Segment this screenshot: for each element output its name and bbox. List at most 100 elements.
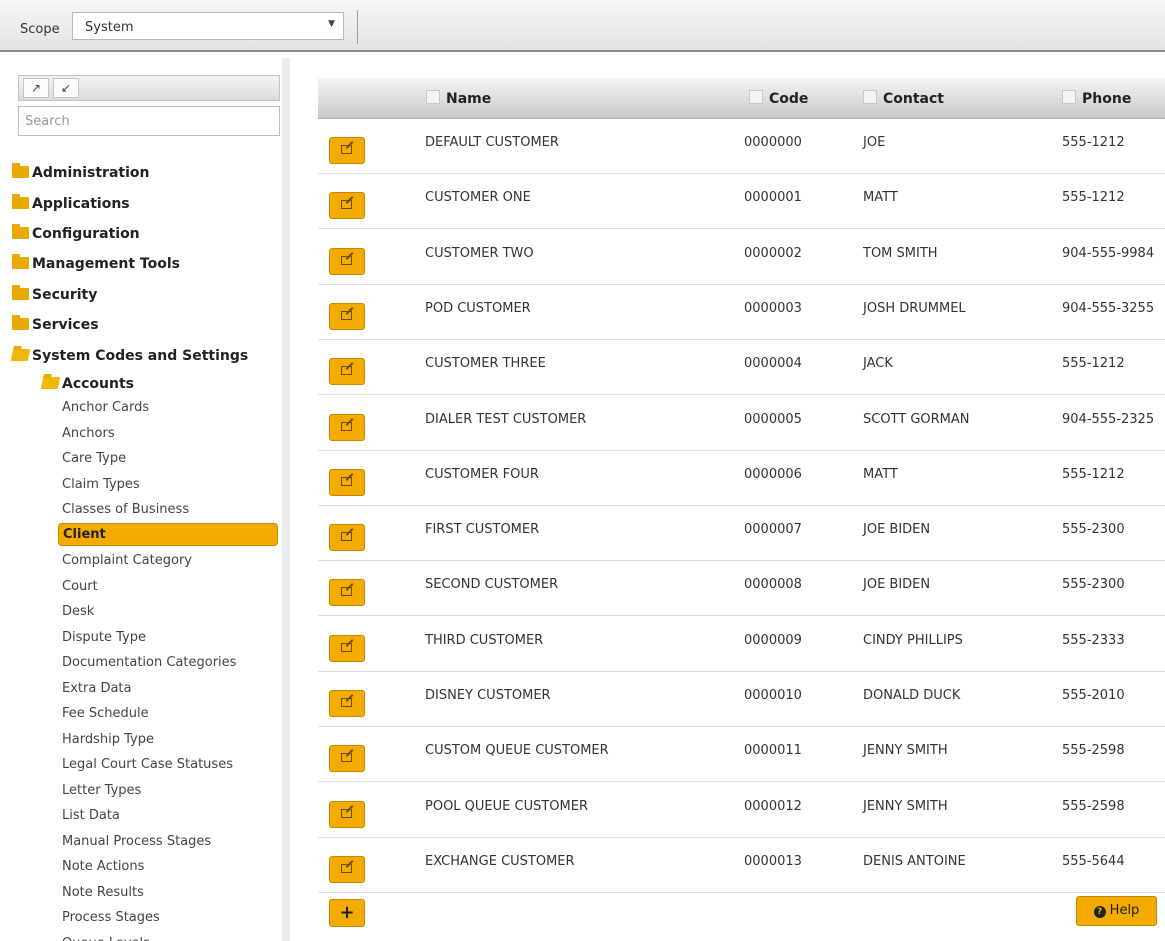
tree-item[interactable]: Fee Schedule — [62, 701, 149, 726]
table-row[interactable]: DEFAULT CUSTOMER 0000000 JOE 555-1212 — [318, 119, 1165, 174]
folder-icon — [12, 285, 29, 300]
cell-code: 0000011 — [744, 743, 802, 759]
cell-phone: 555-2333 — [1062, 632, 1125, 648]
cell-contact: DENIS ANTOINE — [863, 853, 966, 869]
cell-phone: 904-555-2325 — [1062, 411, 1155, 427]
tree-item[interactable]: Dispute Type — [62, 625, 146, 650]
cell-code: 0000001 — [744, 190, 802, 206]
edit-row-button[interactable] — [329, 634, 365, 662]
table-row[interactable]: FIRST CUSTOMER 0000007 JOE BIDEN 555-2300 — [318, 506, 1165, 562]
tree-item[interactable]: Note Actions — [62, 854, 144, 879]
tree-folder[interactable]: Applications — [12, 192, 130, 216]
cell-contact: JOE — [863, 135, 886, 150]
table-row[interactable]: POOL QUEUE CUSTOMER 0000012 JENNY SMITH 555… — [318, 783, 1165, 838]
table-row[interactable]: DIALER TEST CUSTOMER 0000005 SCOTT GORMAN 9… — [318, 396, 1165, 451]
scope-label: Scope — [20, 22, 60, 37]
tree-item[interactable]: Court — [62, 574, 98, 599]
tree-item[interactable]: Legal Court Case Statuses — [62, 752, 233, 777]
cell-name: FIRST CUSTOMER — [425, 522, 540, 538]
edit-icon — [341, 642, 352, 652]
table-row[interactable]: CUSTOMER TWO 0000002 TOM SMITH 904-555-9984 — [318, 230, 1165, 285]
tree-folder[interactable]: Configuration — [12, 222, 140, 246]
table-row[interactable]: SECOND CUSTOMER 0000008 JOE BIDEN 555-2300 — [318, 561, 1165, 617]
edit-row-button[interactable] — [329, 302, 365, 330]
cell-phone: 555-1212 — [1062, 135, 1125, 150]
tree-item[interactable]: Process Stages — [62, 905, 160, 930]
tree-item[interactable]: Hardship Type — [62, 727, 154, 752]
column-header-phone[interactable]: Phone — [1062, 90, 1131, 107]
table-row[interactable]: CUSTOMER ONE 0000001 MATT 555-1212 — [318, 174, 1165, 230]
add-client-button[interactable]: + — [329, 899, 365, 927]
cell-name: CUSTOMER TWO — [425, 245, 534, 261]
scope-select[interactable]: System ▼ — [72, 12, 344, 40]
edit-row-button[interactable] — [329, 192, 365, 220]
table-row[interactable]: THIRD CUSTOMER 0000009 CINDY PHILLIPS 555-2… — [318, 617, 1165, 672]
column-checkbox[interactable] — [749, 90, 763, 104]
table-row[interactable]: POD CUSTOMER 0000003 JOSH DRUMMEL 904-555-3… — [318, 285, 1165, 340]
cell-phone: 555-2300 — [1062, 577, 1125, 593]
tree-folder[interactable]: Security — [12, 283, 97, 307]
cell-code: 0000008 — [744, 577, 802, 593]
tree-folder[interactable]: Accounts — [40, 372, 134, 396]
table-row[interactable]: DISNEY CUSTOMER 0000010 DONALD DUCK 555-201… — [318, 672, 1165, 727]
column-header-code[interactable]: Code — [749, 90, 808, 107]
cell-contact: JOSH DRUMMEL — [863, 300, 966, 316]
edit-row-button[interactable] — [329, 413, 365, 441]
cell-code: 0000000 — [744, 135, 802, 150]
table-row[interactable]: EXCHANGE CUSTOMER 0000013 DENIS ANTOINE 555… — [318, 838, 1165, 893]
edit-row-button[interactable] — [329, 855, 365, 883]
table-row[interactable]: CUSTOM QUEUE CUSTOMER 0000011 JENNY SMITH 5… — [318, 727, 1165, 783]
cell-contact: JACK — [863, 356, 893, 372]
edit-row-button[interactable] — [329, 468, 365, 496]
edit-row-button[interactable] — [329, 690, 365, 717]
tree-item-selected[interactable]: Client — [58, 522, 278, 546]
table-row[interactable]: CUSTOMER THREE 0000004 JACK 555-1212 — [318, 340, 1165, 396]
tree-item[interactable]: Documentation Categories — [62, 650, 236, 675]
edit-row-button[interactable] — [329, 579, 365, 607]
tree-item[interactable]: Classes of Business — [62, 497, 189, 522]
tree-item[interactable]: Complaint Category — [62, 548, 192, 573]
cell-phone: 904-555-9984 — [1062, 245, 1155, 261]
cell-name: POD CUSTOMER — [425, 300, 531, 316]
column-checkbox[interactable] — [1062, 90, 1076, 104]
cell-code: 0000002 — [744, 245, 802, 261]
edit-row-button[interactable] — [329, 137, 365, 164]
tree-folder[interactable]: Administration — [12, 161, 149, 185]
expand-all-icon[interactable]: ↗ — [23, 78, 49, 98]
table-row[interactable]: CUSTOMER FOUR 0000006 MATT 555-1212 — [318, 451, 1165, 506]
tree-folder[interactable]: Services — [12, 313, 99, 337]
tree-item[interactable]: Extra Data — [62, 676, 132, 701]
search-input[interactable] — [18, 106, 280, 136]
column-header-name[interactable]: Name — [426, 90, 491, 107]
tree-item[interactable]: Queue Levels — [62, 931, 150, 941]
edit-row-button[interactable] — [329, 524, 365, 552]
collapse-all-icon[interactable]: ↙ — [53, 78, 79, 98]
column-checkbox[interactable] — [863, 90, 877, 104]
tree-folder[interactable]: System Codes and Settings — [10, 344, 248, 368]
tree-item[interactable]: Desk — [62, 599, 94, 624]
tree-item[interactable]: Claim Types — [62, 472, 140, 497]
column-header-contact[interactable]: Contact — [863, 90, 944, 107]
tree-item[interactable]: Note Results — [62, 880, 144, 905]
tree-item[interactable]: Anchor Cards — [62, 395, 149, 420]
tree-item[interactable]: Manual Process Stages — [62, 829, 211, 854]
cell-phone: 555-1212 — [1062, 466, 1125, 482]
cell-code: 0000004 — [744, 356, 802, 372]
edit-row-button[interactable] — [329, 800, 365, 828]
edit-row-button[interactable] — [329, 358, 365, 386]
cell-contact: JOE BIDEN — [863, 522, 931, 538]
tree-item[interactable]: List Data — [62, 803, 120, 828]
cell-contact: SCOTT GORMAN — [863, 411, 970, 427]
cell-name: CUSTOM QUEUE CUSTOMER — [425, 743, 609, 759]
tree-item[interactable]: Letter Types — [62, 778, 141, 803]
cell-name: DEFAULT CUSTOMER — [425, 135, 559, 150]
tree-item[interactable]: Care Type — [62, 446, 126, 471]
tree-item[interactable]: Anchors — [62, 421, 115, 446]
tree-folder-label: Security — [32, 287, 98, 303]
edit-row-button[interactable] — [329, 745, 365, 773]
tree-folder[interactable]: Management Tools — [12, 252, 180, 276]
edit-row-button[interactable] — [329, 247, 365, 275]
tree-toolbar: ↗ ↙ — [18, 75, 280, 101]
help-button[interactable]: ? Help — [1076, 896, 1157, 926]
column-checkbox[interactable] — [426, 90, 440, 104]
